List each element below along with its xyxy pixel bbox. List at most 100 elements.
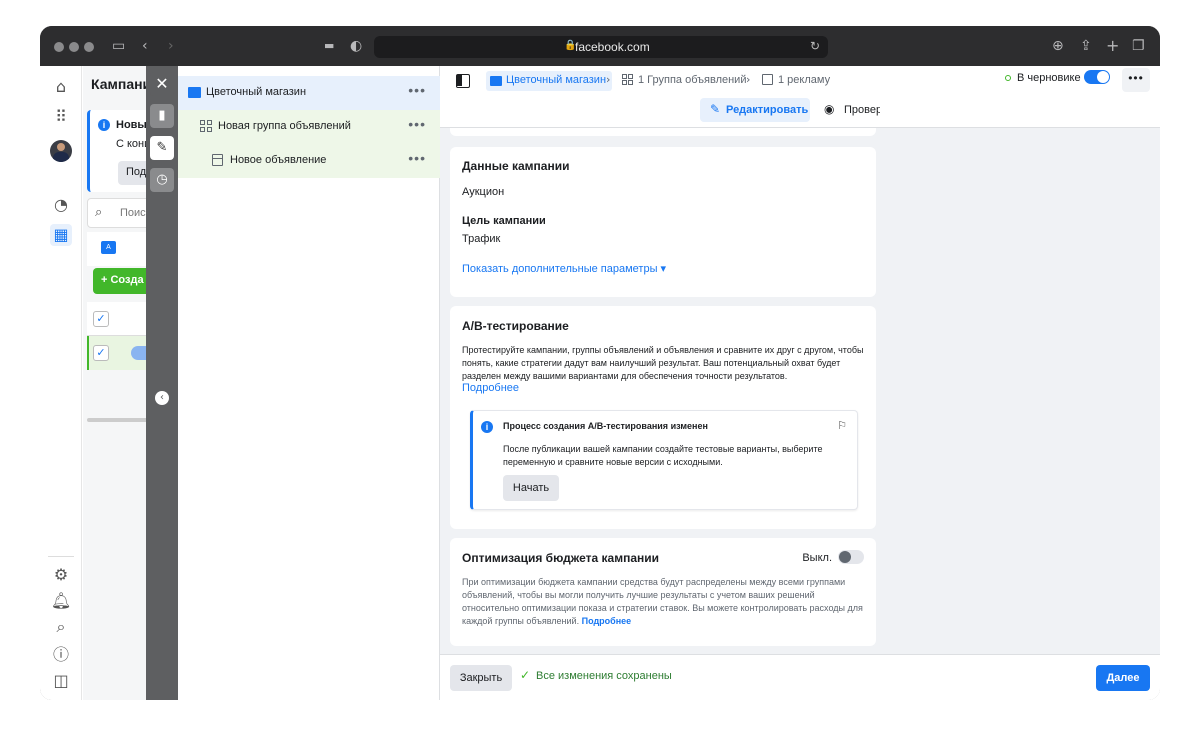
table-header: ✓ [87,302,153,336]
tree-adset-label: Новая группа объявлений [218,120,351,132]
campaign-tree: Цветочный магазин ••• Новая группа объяв… [178,66,440,700]
objective-value: Трафик [462,233,501,245]
adset-grid-icon [622,74,634,86]
campaign-data-card: Данные кампании Аукцион Цель кампании Тр… [450,147,876,297]
campaigns-tab[interactable]: A [87,232,153,266]
edit-pencil-icon[interactable]: ✎ [150,136,174,160]
notice-title: Процесс создания A/B-тестирования измене… [503,421,708,431]
draft-status-label: В черновике [1017,72,1081,84]
row-checkbox[interactable]: ✓ [93,345,109,361]
buying-type-value: Аукцион [462,186,505,198]
download-icon[interactable]: ⊕ [1052,38,1064,54]
new-tab-icon[interactable]: + [1106,38,1119,54]
budget-optimization-description: При оптимизации бюджета кампании средств… [462,577,863,626]
address-bar[interactable]: 🔒 facebook.com ↻ [374,36,828,58]
tree-item-ad[interactable]: Новое объявление ••• [178,144,440,178]
previous-card-edge [450,128,876,136]
review-mode-button[interactable]: ◉ Проверка [824,98,880,122]
more-options-icon[interactable]: ••• [408,116,426,132]
window-minimize-dot[interactable] [69,42,79,52]
campaign-toggle[interactable] [1084,70,1110,84]
folder-icon [188,87,201,98]
ab-test-learn-more-link[interactable]: Подробнее [462,382,519,394]
draft-status-dot [1005,75,1011,81]
budget-optimization-toggle[interactable] [838,550,864,564]
search-icon: ⌕ [95,205,103,220]
ab-test-card: A/B-тестирование Протестируйте кампании,… [450,306,876,529]
status-bar: В черновике ••• [880,66,1160,96]
privacy-shield-icon[interactable]: ◐ [350,38,362,54]
back-icon[interactable]: ‹ [142,38,148,54]
ab-test-description: Протестируйте кампании, группы объявлени… [462,345,864,381]
more-options-icon[interactable]: ••• [408,150,426,166]
report-panel-icon[interactable]: ◫ [50,670,72,692]
breadcrumb-campaign[interactable]: Цветочный магазин [486,71,613,91]
window-close-dot[interactable] [54,42,64,52]
chart-icon[interactable]: ▮ [150,104,174,128]
tree-item-campaign[interactable]: Цветочный магазин ••• [178,76,440,110]
more-options-button[interactable]: ••• [1122,68,1150,92]
objective-label: Цель кампании [462,215,546,227]
tree-campaign-label: Цветочный магазин [206,86,307,98]
select-all-checkbox[interactable]: ✓ [93,311,109,327]
more-options-icon[interactable]: ••• [408,82,426,98]
breadcrumb-ad[interactable]: 1 рекламу [762,74,830,86]
sidebar-toggle-icon[interactable]: ▭ [112,38,125,54]
browser-toolbar: ▭ ‹ › ▬ ◐ 🔒 facebook.com ↻ ⊕ ⇪ + ❐ [40,26,1160,66]
next-button[interactable]: Далее [1096,665,1150,691]
close-editor-icon[interactable]: ✕ [150,72,174,96]
tab-overview-icon[interactable]: ❐ [1132,38,1145,54]
show-more-options-link[interactable]: Показать дополнительные параметры ▾ [462,262,666,275]
create-button[interactable]: + Созда [93,268,153,294]
notifications-bell-icon[interactable]: 🔔︎ [50,590,72,612]
edit-mode-button[interactable]: ✎ Редактировать [700,98,810,122]
tree-item-adset[interactable]: Новая группа объявлений ••• [178,110,440,144]
panel-toggle-icon[interactable] [456,74,470,88]
breadcrumb-chevron-icon: › [746,73,751,86]
window-zoom-dot[interactable] [84,42,94,52]
ab-test-notice: i Процесс создания A/B-тестирования изме… [470,410,858,510]
home-icon[interactable]: ⌂ [50,76,72,98]
apps-grid-icon[interactable]: ⠿ [50,106,72,128]
ads-manager-table-icon[interactable]: ▦ [50,224,72,246]
folder-icon [490,76,502,86]
campaign-search-input[interactable]: ⌕ Поиск [87,198,153,228]
reload-icon[interactable]: ↻ [810,39,820,53]
campaign-data-heading: Данные кампании [462,159,570,173]
horizontal-scrollbar[interactable] [87,418,153,422]
avatar[interactable] [50,140,72,162]
editor-footer: Закрыть ✓ Все изменения сохранены Далее [440,654,1160,700]
help-icon[interactable]: ⓘ [50,644,72,666]
dashboard-icon[interactable]: ◔ [50,194,72,216]
new-feature-notice: i Новый С конц Под [87,110,158,192]
settings-gear-icon[interactable]: ⚙ [50,564,72,586]
eye-icon: ◉ [824,102,835,116]
right-panel: В черновике ••• [880,66,1160,700]
breadcrumb-adset[interactable]: 1 Группа объявлений [622,74,746,86]
ab-test-heading: A/B-тестирование [462,319,569,333]
ad-document-icon [212,154,223,166]
collapse-chevron-icon[interactable]: ‹ [155,391,169,405]
editor-main: Цветочный магазин › 1 Группа объявлений … [440,66,880,700]
pencil-icon: ✎ [710,102,721,116]
share-icon[interactable]: ⇪ [1080,38,1092,54]
left-nav-rail: ⌂ ⠿ ◔ ▦ ⚙ 🔔︎ ⌕ ⓘ ◫ [40,66,82,700]
notice-text: После публикации вашей кампании создайте… [503,444,823,467]
editor-tool-strip: ✕ ▮ ✎ ◷ ‹ [146,66,178,700]
tab-favicon-icon[interactable]: ▬ [324,38,334,54]
forward-icon[interactable]: › [168,38,174,54]
budget-toggle-label: Выкл. [802,552,832,564]
history-clock-icon[interactable]: ◷ [150,168,174,192]
url-text: facebook.com [575,40,650,54]
table-row[interactable]: ✓ [87,336,155,370]
tree-ad-label: Новое объявление [230,154,327,166]
start-button[interactable]: Начать [503,475,559,501]
info-icon: i [481,421,493,433]
info-icon: i [98,119,110,131]
feedback-icon[interactable]: ⚐ [837,419,847,432]
breadcrumb: Цветочный магазин › 1 Группа объявлений … [440,66,880,96]
breadcrumb-chevron-icon: › [606,73,611,86]
search-icon[interactable]: ⌕ [50,616,72,638]
budget-learn-more-link[interactable]: Подробнее [582,616,632,626]
close-button[interactable]: Закрыть [450,665,512,691]
